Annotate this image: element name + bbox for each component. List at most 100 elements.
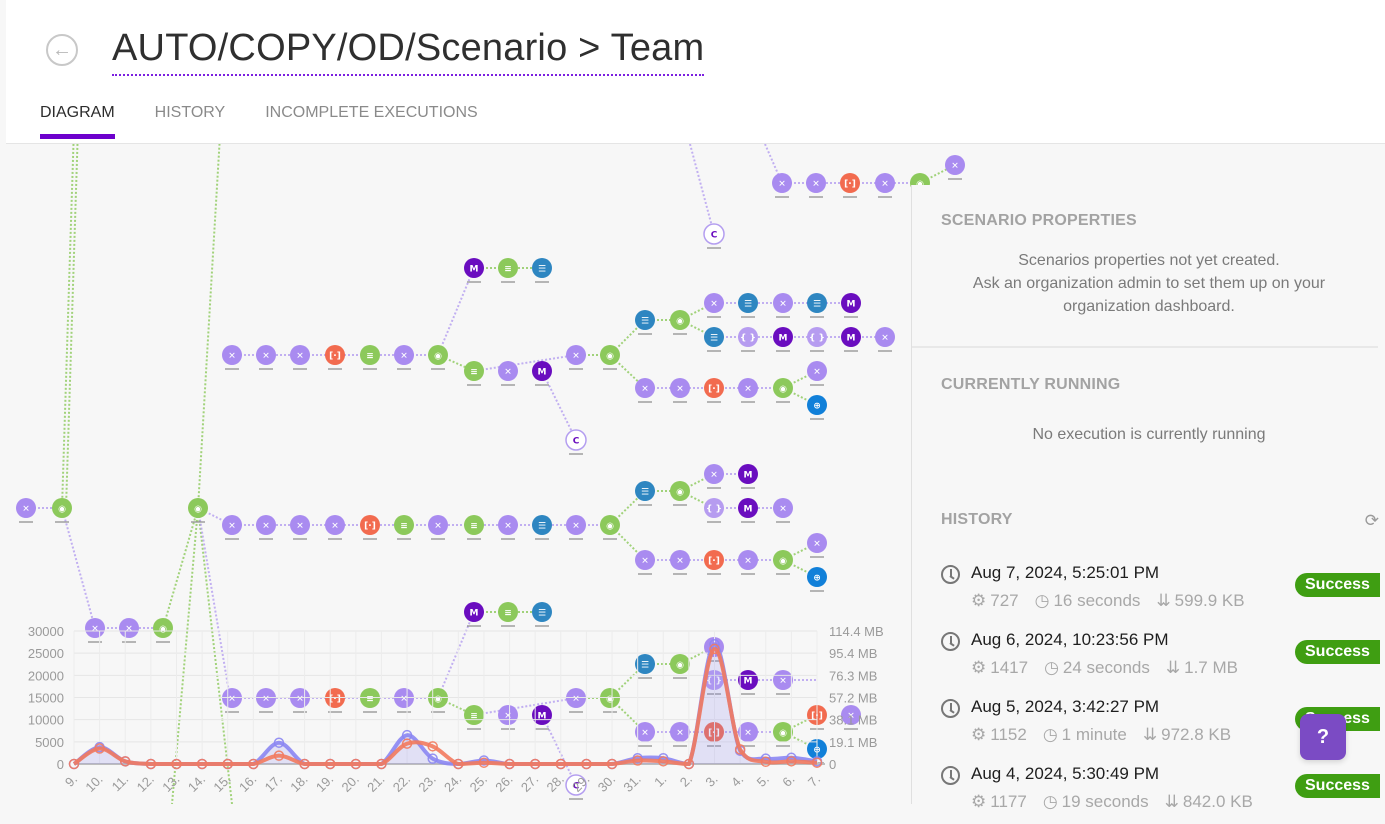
page-header: ← AUTO/COPY/OD/Scenario > Team DIAGRAM H…	[6, 0, 1385, 144]
duration: ◷ 24 seconds	[1044, 658, 1150, 677]
clock-icon: ◷	[1034, 591, 1050, 610]
operations-count: ⚙ 1417	[971, 658, 1029, 677]
x-tick-label: 20.	[339, 772, 362, 795]
x-tick-label: 31.	[620, 772, 643, 795]
x-tick-label: 24.	[441, 772, 464, 795]
series-area-operations	[74, 644, 817, 764]
x-tick-label: 26.	[492, 772, 515, 795]
gear-icon: ⚙	[971, 591, 987, 610]
y-left-tick-label: 30000	[28, 624, 64, 639]
tab-diagram[interactable]: DIAGRAM	[40, 104, 115, 139]
y-right-tick-label: 38.1 MB	[829, 713, 877, 728]
status-badge: Success	[1295, 774, 1380, 798]
operations-count: ⚙ 1152	[971, 725, 1027, 744]
tab-history[interactable]: HISTORY	[155, 104, 226, 136]
currently-running-title: CURRENTLY RUNNING	[941, 376, 1121, 393]
x-tick-label: 16.	[236, 772, 259, 795]
back-button[interactable]: ←	[46, 34, 78, 66]
duration: ◷ 19 seconds	[1042, 792, 1149, 811]
y-right-tick-label: 57.2 MB	[829, 691, 877, 706]
tab-bar: DIAGRAM HISTORY INCOMPLETE EXECUTIONS	[40, 104, 478, 139]
x-tick-label: 21.	[364, 772, 387, 795]
x-tick-label: 17.	[262, 772, 285, 795]
x-tick-label: 9.	[62, 772, 80, 790]
x-tick-label: 6.	[779, 772, 797, 790]
scenario-properties-title: SCENARIO PROPERTIES	[941, 212, 1137, 229]
operations-chart: 0 0 5000 19.1 MB 10000 38.1 MB 15000 57.2 MB 200…	[28, 624, 884, 795]
running-text: No execution is currently running	[1032, 426, 1266, 443]
history-date: Aug 7, 2024, 5:25:01 PM	[971, 563, 1160, 582]
x-tick-label: 30.	[595, 772, 618, 795]
history-item[interactable]: Aug 4, 2024, 5:30:49 PM ⚙ 1177 ◷ 19 second…	[941, 764, 1385, 824]
x-tick-label: 4.	[728, 772, 746, 790]
gear-icon: ⚙	[971, 792, 987, 811]
y-right-tick-label: 0	[829, 757, 836, 772]
clock-icon	[941, 766, 960, 785]
tab-incomplete-executions[interactable]: INCOMPLETE EXECUTIONS	[265, 104, 477, 136]
y-right-tick-label: 76.3 MB	[829, 668, 877, 683]
status-badge: Success	[1295, 640, 1380, 664]
properties-text-2: Ask an organization admin to set them up…	[972, 275, 1326, 292]
clock-icon: ◷	[1042, 725, 1058, 744]
x-tick-label: 25.	[467, 772, 490, 795]
duration: ◷ 16 seconds	[1034, 591, 1141, 610]
x-tick-label: 13.	[159, 772, 182, 795]
x-tick-label: 15.	[210, 772, 233, 795]
y-left-tick-label: 20000	[28, 668, 64, 683]
history-item[interactable]: Aug 7, 2024, 5:25:01 PM ⚙ 727 ◷ 16 seconds…	[941, 563, 1385, 623]
history-date: Aug 6, 2024, 10:23:56 PM	[971, 630, 1169, 649]
double-chevron-down-icon: ⇊	[1165, 658, 1181, 677]
y-left-tick-label: 0	[57, 757, 64, 772]
x-tick-label: 29.	[569, 772, 592, 795]
data-transfer: ⇊ 599.9 KB	[1156, 591, 1245, 610]
properties-text-3: organization dashboard.	[1063, 298, 1235, 315]
history-date: Aug 4, 2024, 5:30:49 PM	[971, 764, 1160, 783]
duration: ◷ 1 minute	[1042, 725, 1127, 744]
double-chevron-down-icon: ⇊	[1142, 725, 1158, 744]
data-transfer: ⇊ 842.0 KB	[1164, 792, 1253, 811]
gear-icon: ⚙	[971, 725, 987, 744]
x-tick-label: 2.	[677, 772, 695, 790]
x-tick-label: 7.	[805, 772, 823, 790]
x-tick-label: 5.	[754, 772, 772, 790]
y-left-tick-label: 25000	[28, 646, 64, 661]
x-tick-label: 27.	[518, 772, 541, 795]
x-tick-label: 14.	[185, 772, 208, 795]
help-chat-icon: ?	[1316, 725, 1330, 748]
y-right-tick-label: 114.4 MB	[829, 624, 884, 639]
clock-icon	[941, 565, 960, 584]
history-title: HISTORY	[941, 511, 1013, 528]
operations-count: ⚙ 1177	[971, 792, 1027, 811]
arrow-left-icon: ←	[52, 38, 72, 61]
clock-icon: ◷	[1044, 658, 1059, 677]
x-tick-label: 11.	[109, 772, 132, 795]
data-transfer: ⇊ 1.7 MB	[1165, 658, 1238, 677]
refresh-icon[interactable]: ⟳	[1365, 511, 1379, 531]
clock-icon	[941, 632, 960, 651]
x-tick-label: 28.	[544, 772, 567, 795]
divider	[912, 346, 1378, 348]
x-tick-label: 18.	[287, 772, 310, 795]
module-node-tools[interactable]: ✕	[945, 155, 965, 180]
side-panel: SCENARIO PROPERTIES Scenarios properties…	[911, 185, 1385, 811]
clock-icon: ◷	[1042, 792, 1058, 811]
page-title[interactable]: AUTO/COPY/OD/Scenario > Team	[112, 24, 705, 76]
module-label	[948, 178, 962, 180]
x-tick-label: 23.	[415, 772, 438, 795]
operations-count: ⚙ 727	[971, 591, 1019, 610]
x-tick-label: 12.	[134, 772, 157, 795]
help-chat-button[interactable]: ?	[1300, 714, 1346, 760]
x-tick-label: 10.	[82, 772, 105, 795]
double-chevron-down-icon: ⇊	[1164, 792, 1179, 811]
x-tick-label: 1.	[651, 772, 669, 790]
module-tools-icon: ✕	[951, 162, 959, 172]
gear-icon: ⚙	[971, 658, 987, 677]
clock-icon	[941, 699, 960, 718]
data-transfer: ⇊ 972.8 KB	[1142, 725, 1232, 744]
status-badge: Success	[1295, 573, 1380, 597]
y-left-tick-label: 10000	[28, 713, 64, 728]
y-right-tick-label: 95.4 MB	[829, 646, 877, 661]
history-date: Aug 5, 2024, 3:42:27 PM	[971, 697, 1160, 716]
y-left-tick-label: 5000	[35, 735, 64, 750]
history-item[interactable]: Aug 6, 2024, 10:23:56 PM ⚙ 1417 ◷ 24 secon…	[941, 630, 1385, 690]
